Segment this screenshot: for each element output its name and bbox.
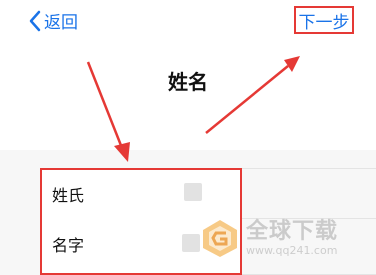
- arrow-to-next-head: [284, 56, 300, 72]
- arrow-to-form-head: [114, 142, 130, 162]
- watermark-brand: 全球下载: [246, 218, 339, 244]
- watermark-logo-icon: [203, 220, 237, 257]
- arrow-to-next: [205, 65, 289, 134]
- arrow-to-form: [86, 61, 124, 149]
- watermark: 全球下载 www.qq241.com: [200, 218, 338, 258]
- watermark-url: www.qq241.com: [246, 243, 338, 257]
